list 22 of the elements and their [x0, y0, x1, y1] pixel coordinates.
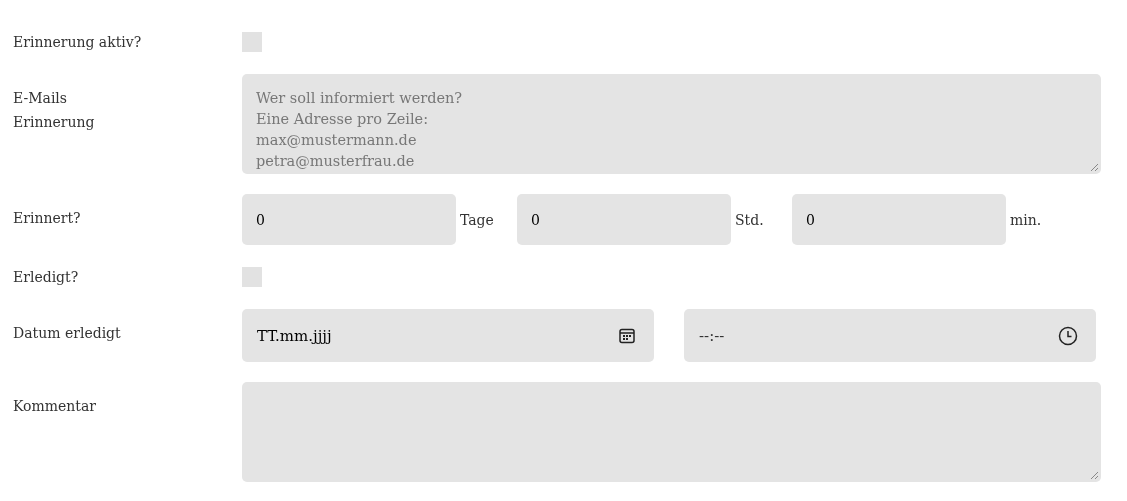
checkbox[interactable]: [242, 32, 262, 52]
field-label: E-Mails Erinnerung: [13, 89, 96, 132]
resize-grip-icon[interactable]: [1090, 471, 1099, 480]
date-field[interactable]: TT.mm.jjjj: [242, 309, 654, 362]
clock-icon[interactable]: [1058, 325, 1078, 346]
number-field[interactable]: 0: [792, 194, 1006, 245]
resize-grip-icon[interactable]: [1090, 163, 1099, 172]
calendar-icon[interactable]: [618, 326, 636, 345]
field-label: Erinnert?: [13, 209, 82, 228]
text-area[interactable]: Wer soll informiert werden? Eine Adresse pro Zeile: max@mustermann.de petra@musterfrau.de: [242, 74, 1101, 174]
unit-label: min.: [1010, 211, 1043, 228]
checkbox[interactable]: [242, 267, 262, 287]
number-field[interactable]: 0: [242, 194, 456, 245]
placeholder-text: Wer soll informiert werden? Eine Adresse pro Zeile: max@mustermann.de petra@musterfrau.de: [256, 89, 464, 171]
unit-label: Tage: [460, 211, 495, 228]
unit-label: Std.: [735, 211, 765, 228]
field-label: Erledigt?: [13, 268, 80, 287]
field-label: Datum erledigt: [13, 324, 122, 343]
field-label: Erinnerung aktiv?: [13, 33, 143, 52]
number-field[interactable]: 0: [517, 194, 731, 245]
time-field[interactable]: --:--: [684, 309, 1096, 362]
field-label: Kommentar: [13, 397, 98, 416]
